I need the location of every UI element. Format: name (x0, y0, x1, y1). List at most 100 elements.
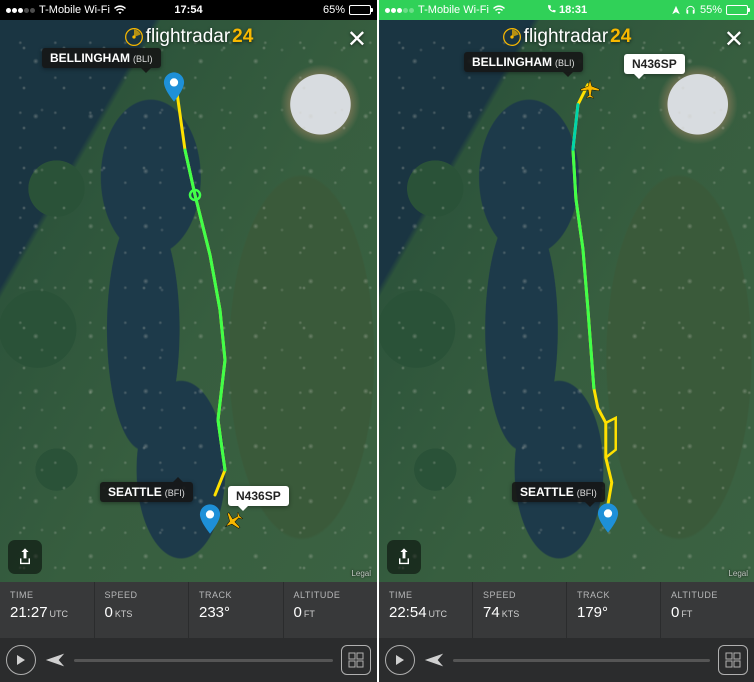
track-label: TRACK (199, 590, 273, 600)
callsign-text: N436SP (632, 57, 677, 71)
timeline-scrubber[interactable] (74, 659, 333, 662)
map[interactable]: flightradar24 ✕ BELLINGHAM (BLI) N436SP … (379, 20, 754, 582)
plane-icon (423, 649, 445, 671)
status-right: 65% (323, 4, 371, 16)
alt-label: ALTITUDE (671, 590, 744, 600)
alt-label: ALTITUDE (294, 590, 368, 600)
dest-name: SEATTLE (108, 485, 162, 499)
origin-name: BELLINGHAM (50, 51, 130, 65)
close-icon[interactable]: ✕ (724, 28, 744, 52)
navigation-icon (671, 5, 681, 15)
aircraft-icon[interactable] (579, 78, 601, 100)
speed-label: SPEED (105, 590, 179, 600)
time-value: 22:54 (389, 604, 427, 621)
map[interactable]: flightradar24 ✕ BELLINGHAM (BLI) SEATTLE… (0, 20, 377, 582)
time-label: TIME (389, 590, 462, 600)
share-button[interactable] (8, 540, 42, 574)
follow-aircraft-button[interactable] (44, 649, 66, 671)
origin-pin-icon[interactable] (163, 72, 185, 102)
phone-icon (546, 4, 556, 14)
play-icon (395, 654, 405, 666)
speed-unit: KTS (502, 609, 520, 619)
battery-icon (349, 5, 371, 15)
track-cell: TRACK 233° (189, 582, 284, 638)
status-bar: T-Mobile Wi-Fi 17:54 65% (0, 0, 377, 20)
carrier-text: T-Mobile Wi-Fi (39, 4, 110, 16)
status-time: 18:31 (546, 4, 587, 16)
layout-button[interactable] (718, 645, 748, 675)
track-cell: TRACK 179° (567, 582, 661, 638)
callsign-text: N436SP (236, 489, 281, 503)
follow-aircraft-button[interactable] (423, 649, 445, 671)
status-bar: T-Mobile Wi-Fi 18:31 55% (379, 0, 754, 20)
origin-label[interactable]: BELLINGHAM (BLI) (42, 48, 161, 68)
track-value: 233° (199, 604, 273, 621)
speed-label: SPEED (483, 590, 556, 600)
grid-icon (725, 652, 741, 668)
time-value: 21:27 (10, 604, 48, 621)
track-label: TRACK (577, 590, 650, 600)
legal-link[interactable]: Legal (351, 569, 371, 578)
share-button[interactable] (387, 540, 421, 574)
logo-suffix: 24 (232, 26, 253, 48)
time-cell: TIME 22:54UTC (379, 582, 473, 638)
wifi-icon (114, 4, 126, 16)
share-icon (16, 547, 34, 567)
track-value: 179° (577, 604, 650, 621)
wifi-icon (493, 4, 505, 16)
speed-value: 74 (483, 604, 500, 621)
play-button[interactable] (6, 645, 36, 675)
carrier-text: T-Mobile Wi-Fi (418, 4, 489, 16)
callsign-label[interactable]: N436SP (624, 54, 685, 74)
app-logo: flightradar24 (379, 26, 754, 52)
status-time: 17:54 (174, 4, 202, 16)
play-icon (16, 654, 26, 666)
headset-icon (685, 5, 696, 16)
battery-pct: 65% (323, 4, 345, 16)
dest-code: (BFI) (165, 488, 185, 498)
alt-cell: ALTITUDE 0FT (661, 582, 754, 638)
origin-label[interactable]: BELLINGHAM (BLI) (464, 52, 583, 72)
time-unit: UTC (50, 609, 69, 619)
battery-icon (726, 5, 748, 15)
share-icon (395, 547, 413, 567)
speed-unit: KTS (115, 609, 133, 619)
dest-label[interactable]: SEATTLE (BFI) (512, 482, 605, 502)
play-button[interactable] (385, 645, 415, 675)
timeline-scrubber[interactable] (453, 659, 710, 662)
logo-text: flightradar (146, 26, 231, 48)
panel-left: T-Mobile Wi-Fi 17:54 65% flightradar24 ✕… (0, 0, 377, 682)
signal-icon (385, 8, 414, 13)
dest-name: SEATTLE (520, 485, 574, 499)
origin-code: (BLI) (555, 58, 575, 68)
status-right: 55% (671, 4, 748, 16)
speed-cell: SPEED 74KTS (473, 582, 567, 638)
origin-code: (BLI) (133, 54, 153, 64)
dest-label[interactable]: SEATTLE (BFI) (100, 482, 193, 502)
radar-icon (124, 27, 144, 47)
playbar (379, 638, 754, 682)
radar-icon (502, 27, 522, 47)
battery-pct: 55% (700, 4, 722, 16)
data-strip: TIME 22:54UTC SPEED 74KTS TRACK 179° ALT… (379, 582, 754, 638)
plane-icon (44, 649, 66, 671)
logo-text: flightradar (524, 26, 609, 48)
time-cell: TIME 21:27UTC (0, 582, 95, 638)
logo-suffix: 24 (610, 26, 631, 48)
speed-value: 0 (105, 604, 113, 621)
time-unit: UTC (429, 609, 448, 619)
dest-pin-icon[interactable] (597, 503, 619, 533)
speed-cell: SPEED 0KTS (95, 582, 190, 638)
layout-button[interactable] (341, 645, 371, 675)
data-strip: TIME 21:27UTC SPEED 0KTS TRACK 233° ALTI… (0, 582, 377, 638)
alt-unit: FT (304, 609, 315, 619)
callsign-label[interactable]: N436SP (228, 486, 289, 506)
playbar (0, 638, 377, 682)
status-left: T-Mobile Wi-Fi (385, 4, 505, 16)
alt-value: 0 (294, 604, 302, 621)
close-icon[interactable]: ✕ (347, 28, 367, 52)
legal-link[interactable]: Legal (728, 569, 748, 578)
dest-code: (BFI) (577, 488, 597, 498)
alt-cell: ALTITUDE 0FT (284, 582, 378, 638)
signal-icon (6, 8, 35, 13)
